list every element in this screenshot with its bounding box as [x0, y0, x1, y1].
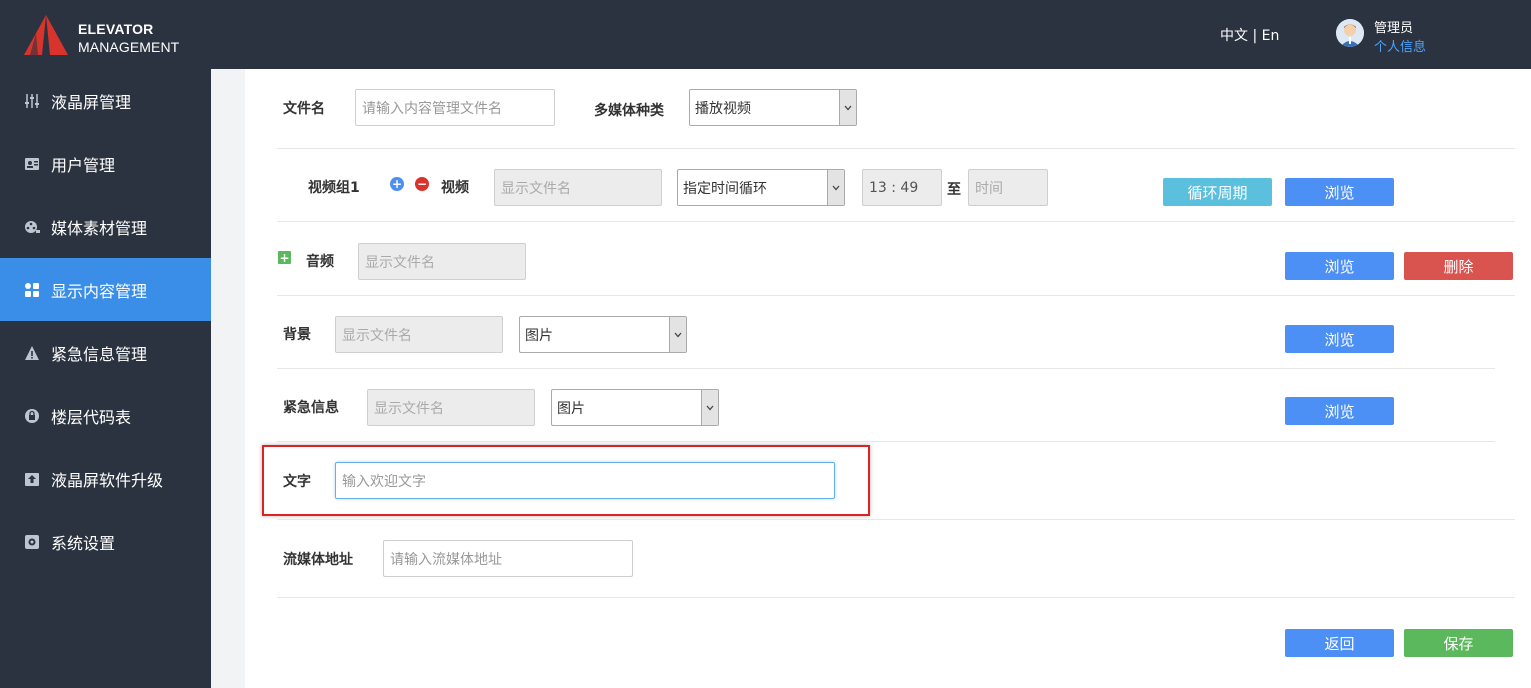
divider	[277, 295, 1515, 296]
loop-mode-value: 指定时间循环	[683, 180, 767, 197]
video-file-field[interactable]: 显示文件名	[494, 169, 662, 206]
media-reel-icon	[24, 219, 40, 235]
sidebar-item-floor-codes[interactable]: 楼层代码表	[0, 384, 211, 447]
minus-circle-icon[interactable]: −	[415, 177, 429, 191]
grid-icon	[24, 282, 40, 298]
sidebar: 液晶屏管理 用户管理 媒体素材管理 显示内容管理 紧急信息管理 楼层代码表 液晶…	[0, 69, 211, 688]
sidebar-item-label: 媒体素材管理	[51, 218, 148, 238]
emergency-type-select[interactable]: 图片	[551, 389, 719, 426]
divider	[277, 221, 1515, 222]
end-time-input[interactable]: 时间	[968, 169, 1048, 206]
sidebar-item-settings[interactable]: 系统设置	[0, 510, 211, 573]
video-browse-button[interactable]: 浏览	[1285, 178, 1394, 206]
emergency-file-field[interactable]: 显示文件名	[367, 389, 535, 426]
back-button[interactable]: 返回	[1285, 629, 1394, 657]
to-label: 至	[947, 182, 961, 198]
main-content	[245, 69, 1531, 688]
emergency-type-value: 图片	[557, 400, 585, 417]
filename-label: 文件名	[283, 101, 325, 117]
chevron-down-icon	[839, 90, 856, 125]
plus-square-icon[interactable]: +	[278, 251, 291, 264]
start-time-input[interactable]: 13 : 49	[862, 169, 942, 206]
stream-url-input[interactable]: 请输入流媒体地址	[383, 540, 633, 577]
user-name: 管理员	[1374, 21, 1414, 36]
video-label: 视频	[441, 180, 469, 196]
media-type-label: 多媒体种类	[594, 103, 664, 119]
divider	[277, 519, 1515, 520]
avatar[interactable]	[1336, 19, 1364, 47]
sidebar-item-label: 显示内容管理	[51, 281, 148, 301]
welcome-text-input[interactable]: 输入欢迎文字	[335, 462, 835, 499]
profile-link[interactable]: 个人信息	[1374, 36, 1426, 55]
stream-label: 流媒体地址	[283, 552, 353, 568]
sidebar-item-label: 紧急信息管理	[51, 344, 148, 364]
sidebar-item-label: 系统设置	[51, 533, 116, 553]
language-switch[interactable]: 中文 | En	[1220, 25, 1279, 45]
sidebar-item-users[interactable]: 用户管理	[0, 132, 211, 195]
brand-line-2: MANAGEMENT	[78, 39, 180, 55]
emergency-label: 紧急信息	[283, 400, 339, 416]
chevron-down-icon	[827, 170, 844, 205]
sidebar-item-label: 液晶屏软件升级	[51, 470, 164, 490]
divider	[277, 368, 1495, 369]
divider	[277, 441, 1495, 442]
sidebar-item-software-upgrade[interactable]: 液晶屏软件升级	[0, 447, 211, 510]
audio-browse-button[interactable]: 浏览	[1285, 252, 1394, 280]
sidebar-item-media[interactable]: 媒体素材管理	[0, 195, 211, 258]
upload-icon	[24, 471, 40, 487]
sidebar-item-lcd[interactable]: 液晶屏管理	[0, 69, 211, 132]
user-card-icon	[24, 156, 40, 172]
loop-mode-select[interactable]: 指定时间循环	[677, 169, 845, 206]
sidebar-item-label: 液晶屏管理	[51, 92, 132, 112]
sidebar-item-label: 用户管理	[51, 155, 116, 175]
cycle-period-button[interactable]: 循环周期	[1163, 178, 1272, 206]
brand-line-1: ELEVATOR	[78, 21, 154, 37]
sidebar-item-emergency[interactable]: 紧急信息管理	[0, 321, 211, 384]
audio-label: 音频	[306, 254, 334, 270]
background-type-select[interactable]: 图片	[519, 316, 687, 353]
background-browse-button[interactable]: 浏览	[1285, 325, 1394, 353]
plus-circle-icon[interactable]: +	[390, 177, 404, 191]
brand-name: ELEVATOR MANAGEMENT	[78, 20, 179, 56]
audio-delete-button[interactable]: 删除	[1404, 252, 1513, 280]
warning-icon	[24, 345, 40, 361]
divider	[277, 148, 1515, 149]
video-group-label: 视频组1	[308, 180, 360, 196]
background-type-value: 图片	[525, 327, 553, 344]
emergency-browse-button[interactable]: 浏览	[1285, 397, 1394, 425]
media-type-value: 播放视频	[695, 100, 751, 117]
filename-input[interactable]: 请输入内容管理文件名	[355, 89, 555, 126]
audio-file-field[interactable]: 显示文件名	[358, 243, 526, 280]
gear-icon	[24, 534, 40, 550]
chevron-down-icon	[701, 390, 718, 425]
elevator-logo-icon	[24, 15, 68, 55]
save-button[interactable]: 保存	[1404, 629, 1513, 657]
media-type-select[interactable]: 播放视频	[689, 89, 857, 126]
background-label: 背景	[283, 327, 311, 343]
divider	[277, 597, 1515, 598]
text-label: 文字	[283, 474, 311, 490]
sidebar-item-display-content[interactable]: 显示内容管理	[0, 258, 211, 321]
sidebar-item-label: 楼层代码表	[51, 407, 132, 427]
background-file-field[interactable]: 显示文件名	[335, 316, 503, 353]
top-header: ELEVATOR MANAGEMENT 中文 | En 管理员 个人信息	[0, 0, 1531, 69]
lock-icon	[24, 408, 40, 424]
chevron-down-icon	[669, 317, 686, 352]
sliders-icon	[24, 93, 40, 109]
